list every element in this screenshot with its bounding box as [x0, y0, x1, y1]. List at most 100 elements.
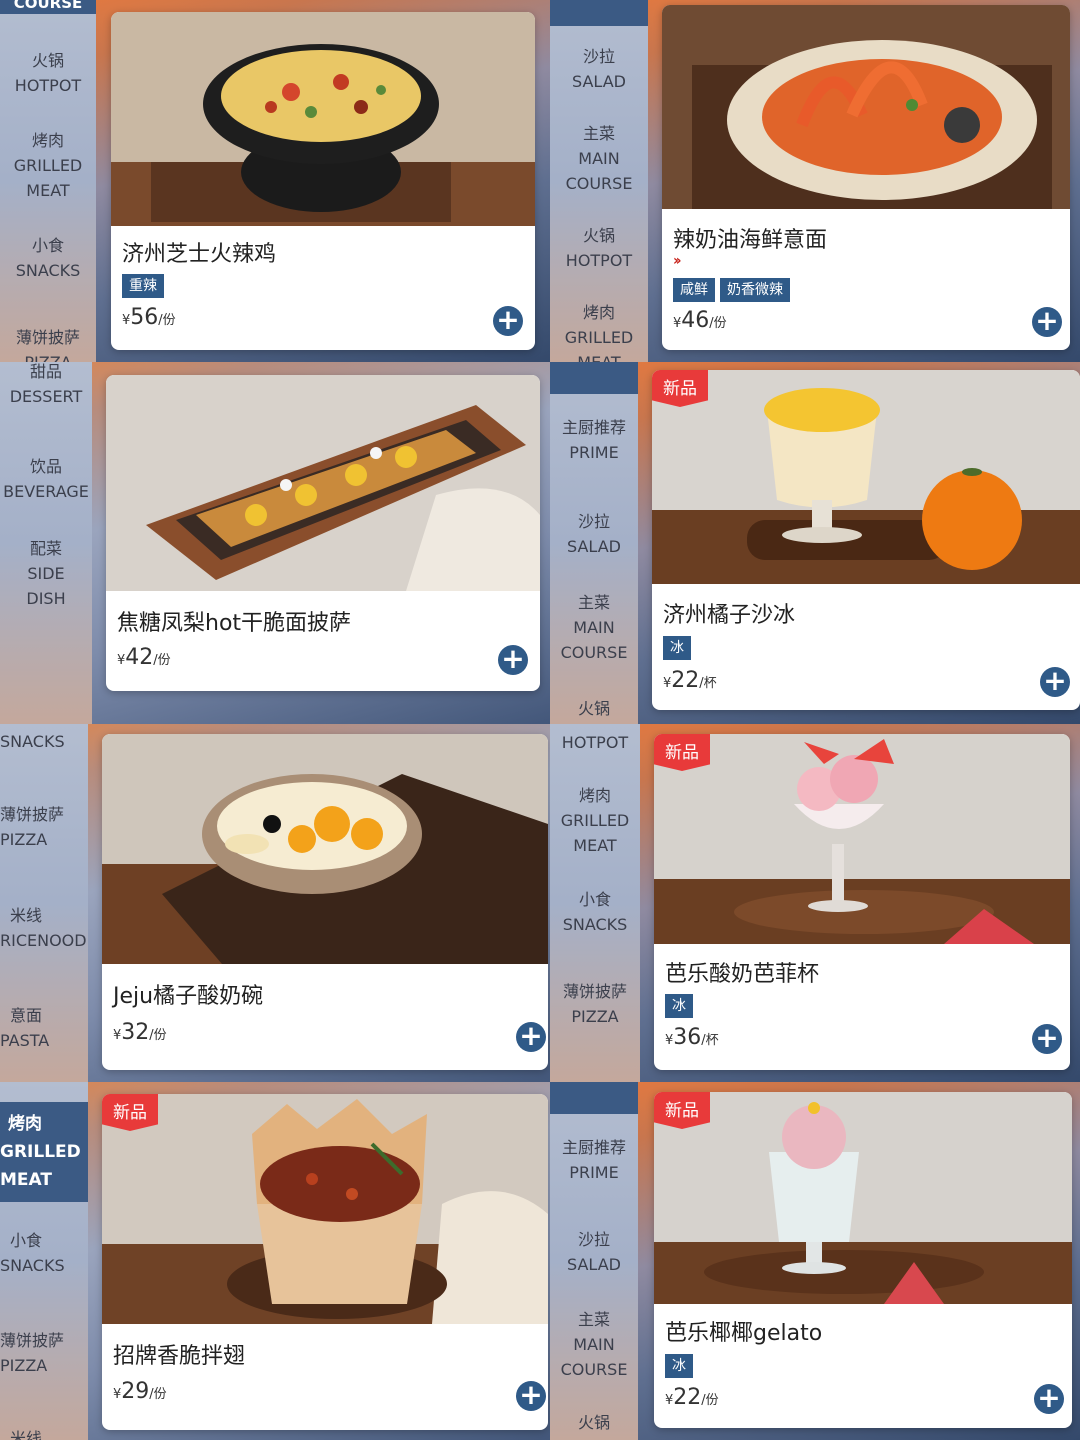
add-to-cart-button[interactable]: +: [498, 645, 528, 675]
sidebar-item-snacks[interactable]: 小食 SNACKS: [550, 887, 640, 937]
tag-label: 重辣: [122, 274, 164, 298]
sidebar-item-main-course[interactable]: 主菜 MAIN COURSE: [550, 121, 648, 196]
dish-card[interactable]: 新品 芭乐酸奶芭菲杯 冰 ¥36/杯 +: [654, 734, 1070, 1070]
chili-spice-icon: ››: [673, 253, 681, 269]
sidebar-item-hotpot[interactable]: 火锅 HOTPOT: [0, 48, 96, 98]
dish-name: 济州芝士火辣鸡: [122, 242, 277, 267]
dish-card[interactable]: Jeju橘子酸奶碗 ¥32/份 +: [102, 734, 548, 1070]
new-item-badge: 新品: [654, 1092, 710, 1129]
add-to-cart-button[interactable]: +: [1040, 667, 1070, 697]
sidebar-item-main-course[interactable]: COURSE: [0, 0, 96, 14]
sidebar-item-grilled-meat[interactable]: 烤肉GRILLEDMEAT: [550, 783, 640, 858]
dish-price: ¥42/份: [117, 645, 171, 670]
sidebar-item-salad[interactable]: 沙拉 SALAD: [550, 1227, 638, 1277]
tag-label: 咸鲜: [673, 278, 715, 302]
dish-card[interactable]: 焦糖凤梨hot干脆面披萨 ¥42/份 +: [106, 375, 540, 691]
sidebar-item-snacks[interactable]: SNACKS: [0, 729, 88, 754]
sidebar-item-prime[interactable]: 主厨推荐 PRIME: [550, 1135, 638, 1185]
sidebar-item-active[interactable]: [550, 0, 648, 26]
sidebar-item-pizza[interactable]: 薄饼披萨PIZZA: [0, 325, 96, 362]
category-sidebar: 主厨推荐 PRIME 沙拉 SALAD 主菜 MAIN COURSE 火锅: [550, 362, 638, 724]
sidebar-item-snacks[interactable]: 小食 SNACKS: [0, 233, 96, 283]
add-to-cart-button[interactable]: +: [1032, 307, 1062, 337]
category-sidebar: COURSE 火锅 HOTPOT 烤肉 GRILLED MEAT 小食 SNACKS 薄…: [0, 0, 96, 362]
dish-photo: [662, 5, 1070, 209]
new-item-badge: 新品: [102, 1094, 158, 1131]
panel-yogurt-bowl: SNACKS 薄饼披萨 PIZZA 米线 RICENOOD 意面 PASTA Jeju…: [0, 724, 550, 1082]
tag-label: 冰: [665, 994, 693, 1018]
dish-card[interactable]: 新品 济州橘子沙冰 冰 ¥22/杯 +: [652, 370, 1080, 710]
sidebar-item-side-dish[interactable]: 配菜 SIDE DISH: [0, 536, 92, 611]
dish-tags: 咸鲜 奶香微辣: [673, 278, 790, 302]
dish-price: ¥22/份: [665, 1385, 719, 1410]
dish-card[interactable]: 新品 招牌香脆拌翅 ¥29/份 +: [102, 1094, 548, 1430]
sidebar-item-salad[interactable]: 沙拉 SALAD: [550, 509, 638, 559]
tag-label: 冰: [663, 636, 691, 660]
sidebar-item-pizza[interactable]: 薄饼披萨PIZZA: [0, 802, 88, 852]
panel-guava-gelato: 主厨推荐 PRIME 沙拉 SALAD 主菜 MAIN COURSE 火锅 新品 芭乐椰…: [550, 1082, 1080, 1440]
dish-price: ¥36/杯: [665, 1025, 719, 1050]
category-sidebar: 沙拉SALAD 主菜MAINCOURSE 火锅HOTPOT 烤肉GRILLEDM…: [550, 0, 648, 362]
dish-photo: [654, 734, 1070, 944]
dish-name: 芭乐酸奶芭菲杯: [665, 962, 820, 987]
sidebar-item-main-course[interactable]: 主菜 MAIN COURSE: [550, 1307, 638, 1382]
new-item-badge: 新品: [652, 370, 708, 407]
sidebar-item-grilled-meat[interactable]: 烤肉GRILLEDMEAT: [0, 1102, 88, 1202]
category-sidebar: 主厨推荐 PRIME 沙拉 SALAD 主菜 MAIN COURSE 火锅: [550, 1082, 638, 1440]
sidebar-item-grilled-meat[interactable]: 烤肉GRILLEDMEAT: [0, 128, 96, 203]
category-sidebar: HOTPOT 烤肉 GRILLED MEAT 小食 SNACKS 薄饼披萨 PIZZA: [550, 724, 640, 1082]
category-sidebar: 甜品 DESSERT 饮品 BEVERAGE 配菜 SIDE DISH: [0, 362, 92, 724]
sidebar-item-rice-noodle[interactable]: 米线: [0, 1426, 88, 1440]
dish-tags: 冰: [665, 994, 693, 1018]
sidebar-item-hotpot[interactable]: 火锅 HOTPOT: [550, 223, 648, 273]
dish-name: 济州橘子沙冰: [663, 603, 796, 628]
add-to-cart-button[interactable]: +: [516, 1381, 546, 1411]
panel-pineapple-pizza: 甜品 DESSERT 饮品 BEVERAGE 配菜 SIDE DISH 焦糖凤梨hot干…: [0, 362, 550, 724]
sidebar-item-pasta[interactable]: 意面 PASTA: [0, 1003, 88, 1053]
sidebar-item-prime[interactable]: 主厨推荐 PRIME: [550, 415, 638, 465]
sidebar-item-grilled-meat[interactable]: 烤肉GRILLEDMEAT: [550, 300, 648, 362]
sidebar-item-dessert[interactable]: 甜品 DESSERT: [0, 362, 92, 409]
dish-photo: [111, 12, 535, 226]
panel-seafood-pasta: 沙拉SALAD 主菜MAINCOURSE 火锅HOTPOT 烤肉GRILLEDM…: [550, 0, 1080, 362]
sidebar-item-hotpot[interactable]: 火锅: [550, 696, 638, 721]
panel-guava-parfait: HOTPOT 烤肉 GRILLED MEAT 小食 SNACKS 薄饼披萨 PIZZA …: [550, 724, 1080, 1082]
add-to-cart-button[interactable]: +: [1032, 1024, 1062, 1054]
dish-tags: 冰: [665, 1354, 693, 1378]
sidebar-item-main-course[interactable]: 主菜 MAIN COURSE: [550, 590, 638, 665]
dish-price: ¥56/份: [122, 305, 176, 330]
dish-price: ¥46/份: [673, 308, 727, 333]
panel-chicken-wings: 烤肉 GRILLED MEAT 小食 SNACKS 薄饼披萨 PIZZA 米线 新品 招…: [0, 1082, 550, 1440]
dish-photo: [652, 370, 1080, 584]
dish-card[interactable]: 辣奶油海鲜意面 ›› 咸鲜 奶香微辣 ¥46/份 +: [662, 5, 1070, 350]
dish-photo: [106, 375, 540, 591]
dish-photo: [654, 1092, 1072, 1304]
sidebar-item-active[interactable]: [550, 362, 638, 394]
dish-price: ¥32/份: [113, 1020, 167, 1045]
new-item-badge: 新品: [654, 734, 710, 771]
sidebar-item-hotpot[interactable]: 火锅: [550, 1410, 638, 1435]
sidebar-item-rice-noodle[interactable]: 米线 RICENOOD: [0, 903, 88, 953]
tag-label: 冰: [665, 1354, 693, 1378]
sidebar-item-pizza[interactable]: 薄饼披萨PIZZA: [550, 979, 640, 1029]
dish-photo: [102, 1094, 548, 1324]
add-to-cart-button[interactable]: +: [516, 1022, 546, 1052]
sidebar-item-hotpot[interactable]: HOTPOT: [550, 730, 640, 755]
dish-name: 辣奶油海鲜意面: [673, 228, 828, 253]
dish-price: ¥22/杯: [663, 668, 717, 693]
dish-name: 招牌香脆拌翅: [113, 1344, 246, 1369]
sidebar-item-active[interactable]: [550, 1082, 638, 1114]
dish-name: 焦糖凤梨hot干脆面披萨: [117, 611, 352, 636]
sidebar-item-snacks[interactable]: 小食 SNACKS: [0, 1228, 88, 1278]
category-sidebar: SNACKS 薄饼披萨 PIZZA 米线 RICENOOD 意面 PASTA: [0, 724, 88, 1082]
dish-price: ¥29/份: [113, 1379, 167, 1404]
add-to-cart-button[interactable]: +: [493, 306, 523, 336]
dish-card[interactable]: 济州芝士火辣鸡 重辣 ¥56/份 +: [111, 12, 535, 350]
category-sidebar: 烤肉 GRILLED MEAT 小食 SNACKS 薄饼披萨 PIZZA 米线: [0, 1082, 88, 1440]
dish-card[interactable]: 新品 芭乐椰椰gelato 冰 ¥22/份 +: [654, 1092, 1072, 1428]
sidebar-item-beverage[interactable]: 饮品 BEVERAGE: [0, 454, 92, 504]
sidebar-item-salad[interactable]: 沙拉 SALAD: [550, 44, 648, 94]
add-to-cart-button[interactable]: +: [1034, 1384, 1064, 1414]
panel-orange-slush: 主厨推荐 PRIME 沙拉 SALAD 主菜 MAIN COURSE 火锅 新品 济州橘…: [550, 362, 1080, 724]
sidebar-item-pizza[interactable]: 薄饼披萨PIZZA: [0, 1328, 88, 1378]
